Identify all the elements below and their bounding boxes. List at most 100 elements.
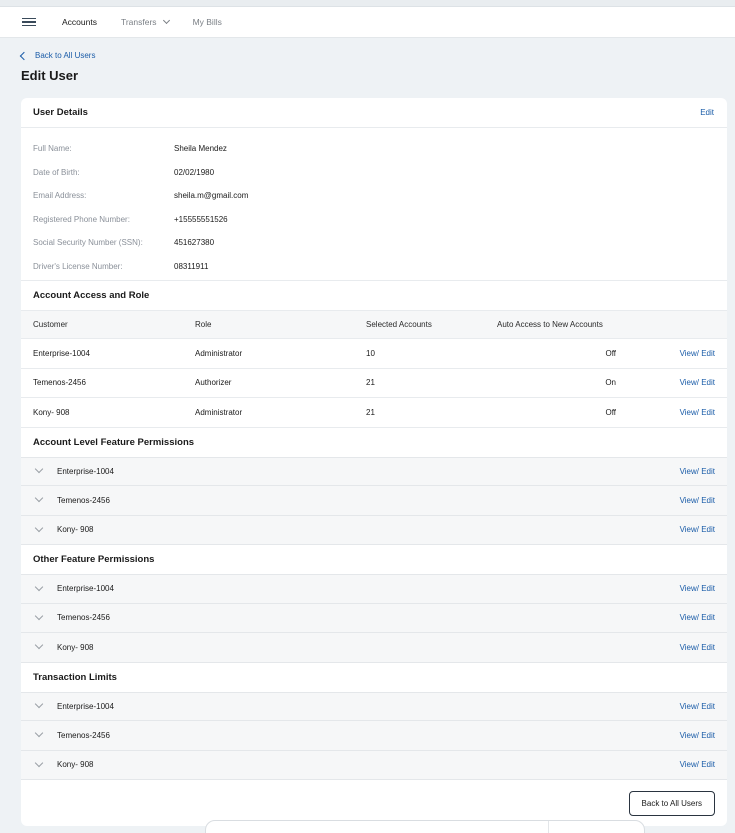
cell-role: Administrator [195,407,243,417]
column-header-role: Role [195,320,212,329]
detail-value: 02/02/1980 [174,167,215,177]
column-header-auto-access: Auto Access to New Accounts [497,320,603,329]
user-details-title: User Details [33,107,88,118]
back-to-all-users-button[interactable]: Back to All Users [628,790,715,816]
detail-full-name: Full Name: Sheila Mendez [21,137,727,161]
accordion-row[interactable]: Enterprise-1004 View/ Edit [21,456,727,486]
nav-accounts[interactable]: Accounts [62,17,97,27]
detail-ssn: Social Security Number (SSN): 451627380 [21,231,727,255]
view-edit-link[interactable]: View/ Edit [680,525,715,534]
column-header-selected-accounts: Selected Accounts [366,320,432,329]
accordion-left: Kony- 908 [33,758,93,769]
chevron-down-icon [34,641,44,650]
accordion-row[interactable]: Kony- 908 View/ Edit [21,750,727,780]
user-details-list: Full Name: Sheila Mendez Date of Birth: 02… [21,128,727,281]
back-link-label: Back to All Users [35,51,96,60]
view-edit-link[interactable]: View/ Edit [680,467,715,476]
detail-drivers-license: Driver's License Number: 08311911 [21,255,727,279]
accordion-left: Kony- 908 [33,523,94,535]
chevron-down-icon [34,582,44,591]
nav-my-bills-label: My Bills [192,17,222,27]
view-edit-link[interactable]: View/ Edit [616,378,727,387]
chevron-down-icon [34,758,44,767]
account-level-permissions-title: Account Level Feature Permissions [21,427,727,457]
view-edit-link[interactable]: View/ Edit [680,702,715,711]
edit-user-card: User Details Edit Full Name: Sheila Mende… [21,98,727,826]
accordion-label: Enterprise-1004 [57,701,114,711]
accordion-row[interactable]: Enterprise-1004 View/ Edit [21,691,727,721]
nav-transfers[interactable]: Transfers [121,16,170,27]
nav-accounts-label: Accounts [62,17,97,27]
back-to-all-users-link[interactable]: Back to All Users [19,51,96,60]
cell-selected-accounts: 21 [366,407,375,417]
menu-icon[interactable] [22,17,36,27]
accordion-row[interactable]: Temenos-2456 View/ Edit [21,721,727,751]
edit-user-details-link[interactable]: Edit [700,108,714,117]
detail-label: Driver's License Number: [33,261,123,271]
panel-divider [548,821,549,833]
chevron-down-icon [34,700,44,709]
bottom-overlay-panel [205,820,645,833]
accordion-label: Kony- 908 [57,525,94,535]
accordion-left: Enterprise-1004 [33,700,114,711]
chevron-down-icon [34,729,44,738]
detail-label: Registered Phone Number: [33,214,130,224]
cell-auto-access: Off [605,407,616,417]
view-edit-link[interactable]: View/ Edit [680,643,715,652]
chevron-left-icon [19,51,29,60]
cell-role: Administrator [195,348,243,358]
cell-role: Authorizer [195,378,232,388]
accordion-row[interactable]: Temenos-2456 View/ Edit [21,603,727,633]
page-title: Edit User [21,68,79,83]
user-details-header: User Details Edit [21,98,727,128]
accordion-label: Kony- 908 [57,642,94,652]
detail-email: Email Address: sheila.m@gmail.com [21,184,727,208]
accordion-label: Enterprise-1004 [57,584,114,594]
accordion-left: Temenos-2456 [33,494,110,505]
detail-value: 08311911 [174,261,209,271]
accordion-label: Temenos-2456 [57,730,110,740]
top-strip [0,0,735,7]
accordion-left: Temenos-2456 [33,611,110,623]
accordion-label: Temenos-2456 [57,495,110,505]
view-edit-link[interactable]: View/ Edit [680,760,715,769]
accordion-left: Kony- 908 [33,641,94,652]
account-access-title: Account Access and Role [21,281,727,310]
chevron-down-icon [162,16,170,25]
view-edit-link[interactable]: View/ Edit [616,349,727,358]
view-edit-link[interactable]: View/ Edit [680,731,715,740]
detail-value: Sheila Mendez [174,144,227,154]
detail-phone: Registered Phone Number: +15555551526 [21,208,727,232]
chevron-down-icon [34,611,44,620]
detail-label: Email Address: [33,191,87,201]
accordion-left: Enterprise-1004 [33,465,114,476]
cell-selected-accounts: 21 [366,378,375,388]
cell-customer: Temenos-2456 [33,378,86,388]
accordion-label: Enterprise-1004 [57,466,114,476]
access-table-header: Customer Role Selected Accounts Auto Acc… [21,310,727,339]
accordion-row[interactable]: Kony- 908 View/ Edit [21,515,727,545]
detail-label: Social Security Number (SSN): [33,238,143,248]
column-header-customer: Customer [33,320,68,329]
cell-auto-access: Off [605,348,616,358]
view-edit-link[interactable]: View/ Edit [680,613,715,622]
view-edit-link[interactable]: View/ Edit [680,584,715,593]
table-row: Temenos-2456 Authorizer 21 On View/ Edit [21,369,727,398]
detail-value: sheila.m@gmail.com [174,191,249,201]
nav-my-bills[interactable]: My Bills [193,17,222,27]
accordion-left: Temenos-2456 [33,729,110,740]
table-row: Enterprise-1004 Administrator 10 Off Vie… [21,339,727,369]
cell-customer: Kony- 908 [33,407,70,417]
view-edit-link[interactable]: View/ Edit [616,408,727,417]
accordion-row[interactable]: Kony- 908 View/ Edit [21,633,727,663]
accordion-label: Temenos-2456 [57,613,110,623]
detail-label: Date of Birth: [33,167,80,177]
cell-selected-accounts: 10 [366,348,375,358]
cell-auto-access: On [605,378,616,388]
transaction-limits-title: Transaction Limits [21,662,727,692]
accordion-row[interactable]: Enterprise-1004 View/ Edit [21,574,727,604]
accordion-row[interactable]: Temenos-2456 View/ Edit [21,486,727,516]
view-edit-link[interactable]: View/ Edit [680,496,715,505]
detail-value: +15555551526 [174,214,228,224]
chevron-down-icon [34,494,44,503]
